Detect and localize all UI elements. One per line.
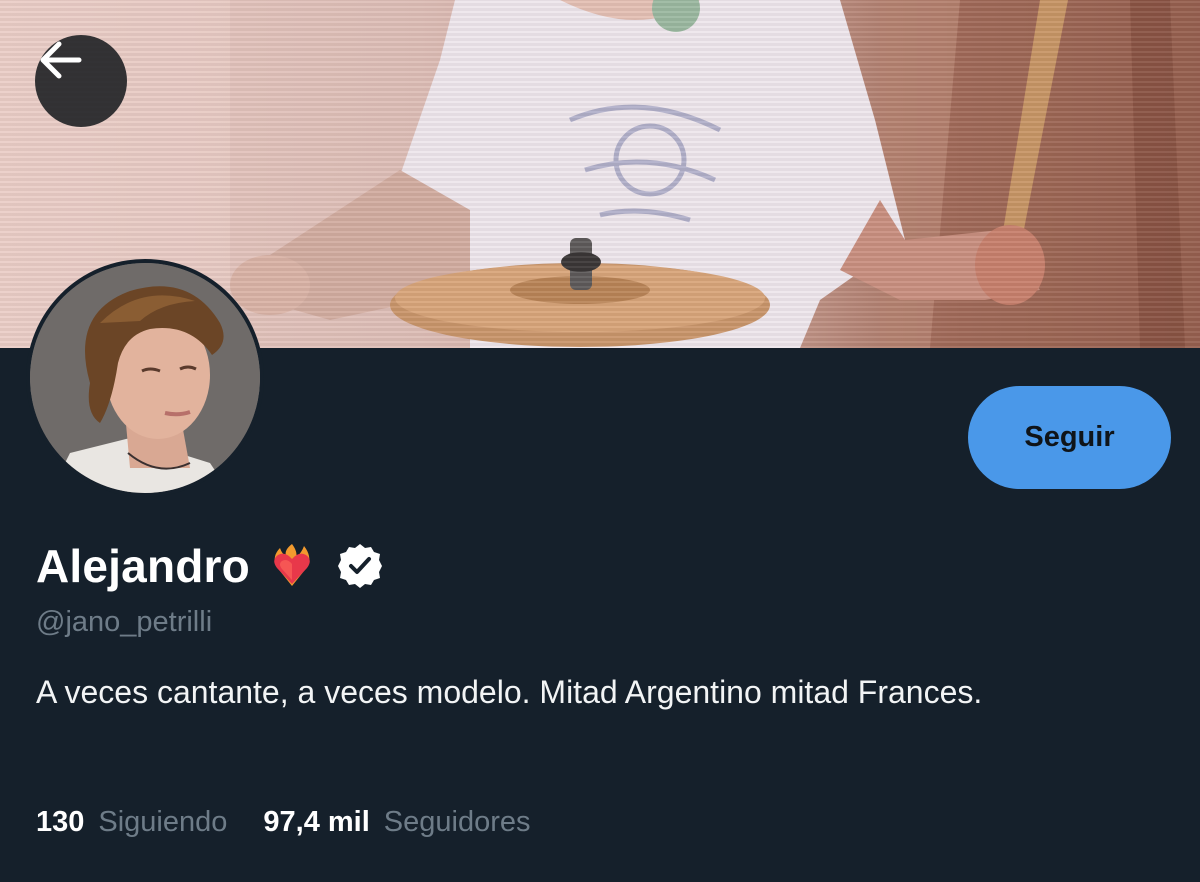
followers-label: Seguidores [383, 806, 531, 838]
profile-avatar[interactable] [26, 259, 264, 497]
following-count: 130 [36, 806, 85, 838]
name-row: Alejandro [36, 536, 384, 596]
heart-on-fire-icon [268, 542, 316, 590]
profile-bio: A veces cantante, a veces modelo. Mitad … [36, 674, 983, 710]
verified-badge-icon [336, 542, 384, 590]
following-label: Siguiendo [98, 806, 228, 838]
display-name: Alejandro [36, 540, 250, 592]
followers-link[interactable]: 97,4 mil Seguidores [263, 806, 530, 839]
avatar-photo [30, 263, 260, 493]
profile-stats: 130 Siguiendo 97,4 mil Seguidores [36, 806, 531, 839]
followers-count: 97,4 mil [263, 806, 370, 838]
back-button[interactable] [35, 35, 127, 127]
profile-handle: @jano_petrilli [36, 606, 213, 638]
follow-button[interactable]: Seguir [968, 386, 1171, 489]
following-link[interactable]: 130 Siguiendo [36, 806, 227, 839]
